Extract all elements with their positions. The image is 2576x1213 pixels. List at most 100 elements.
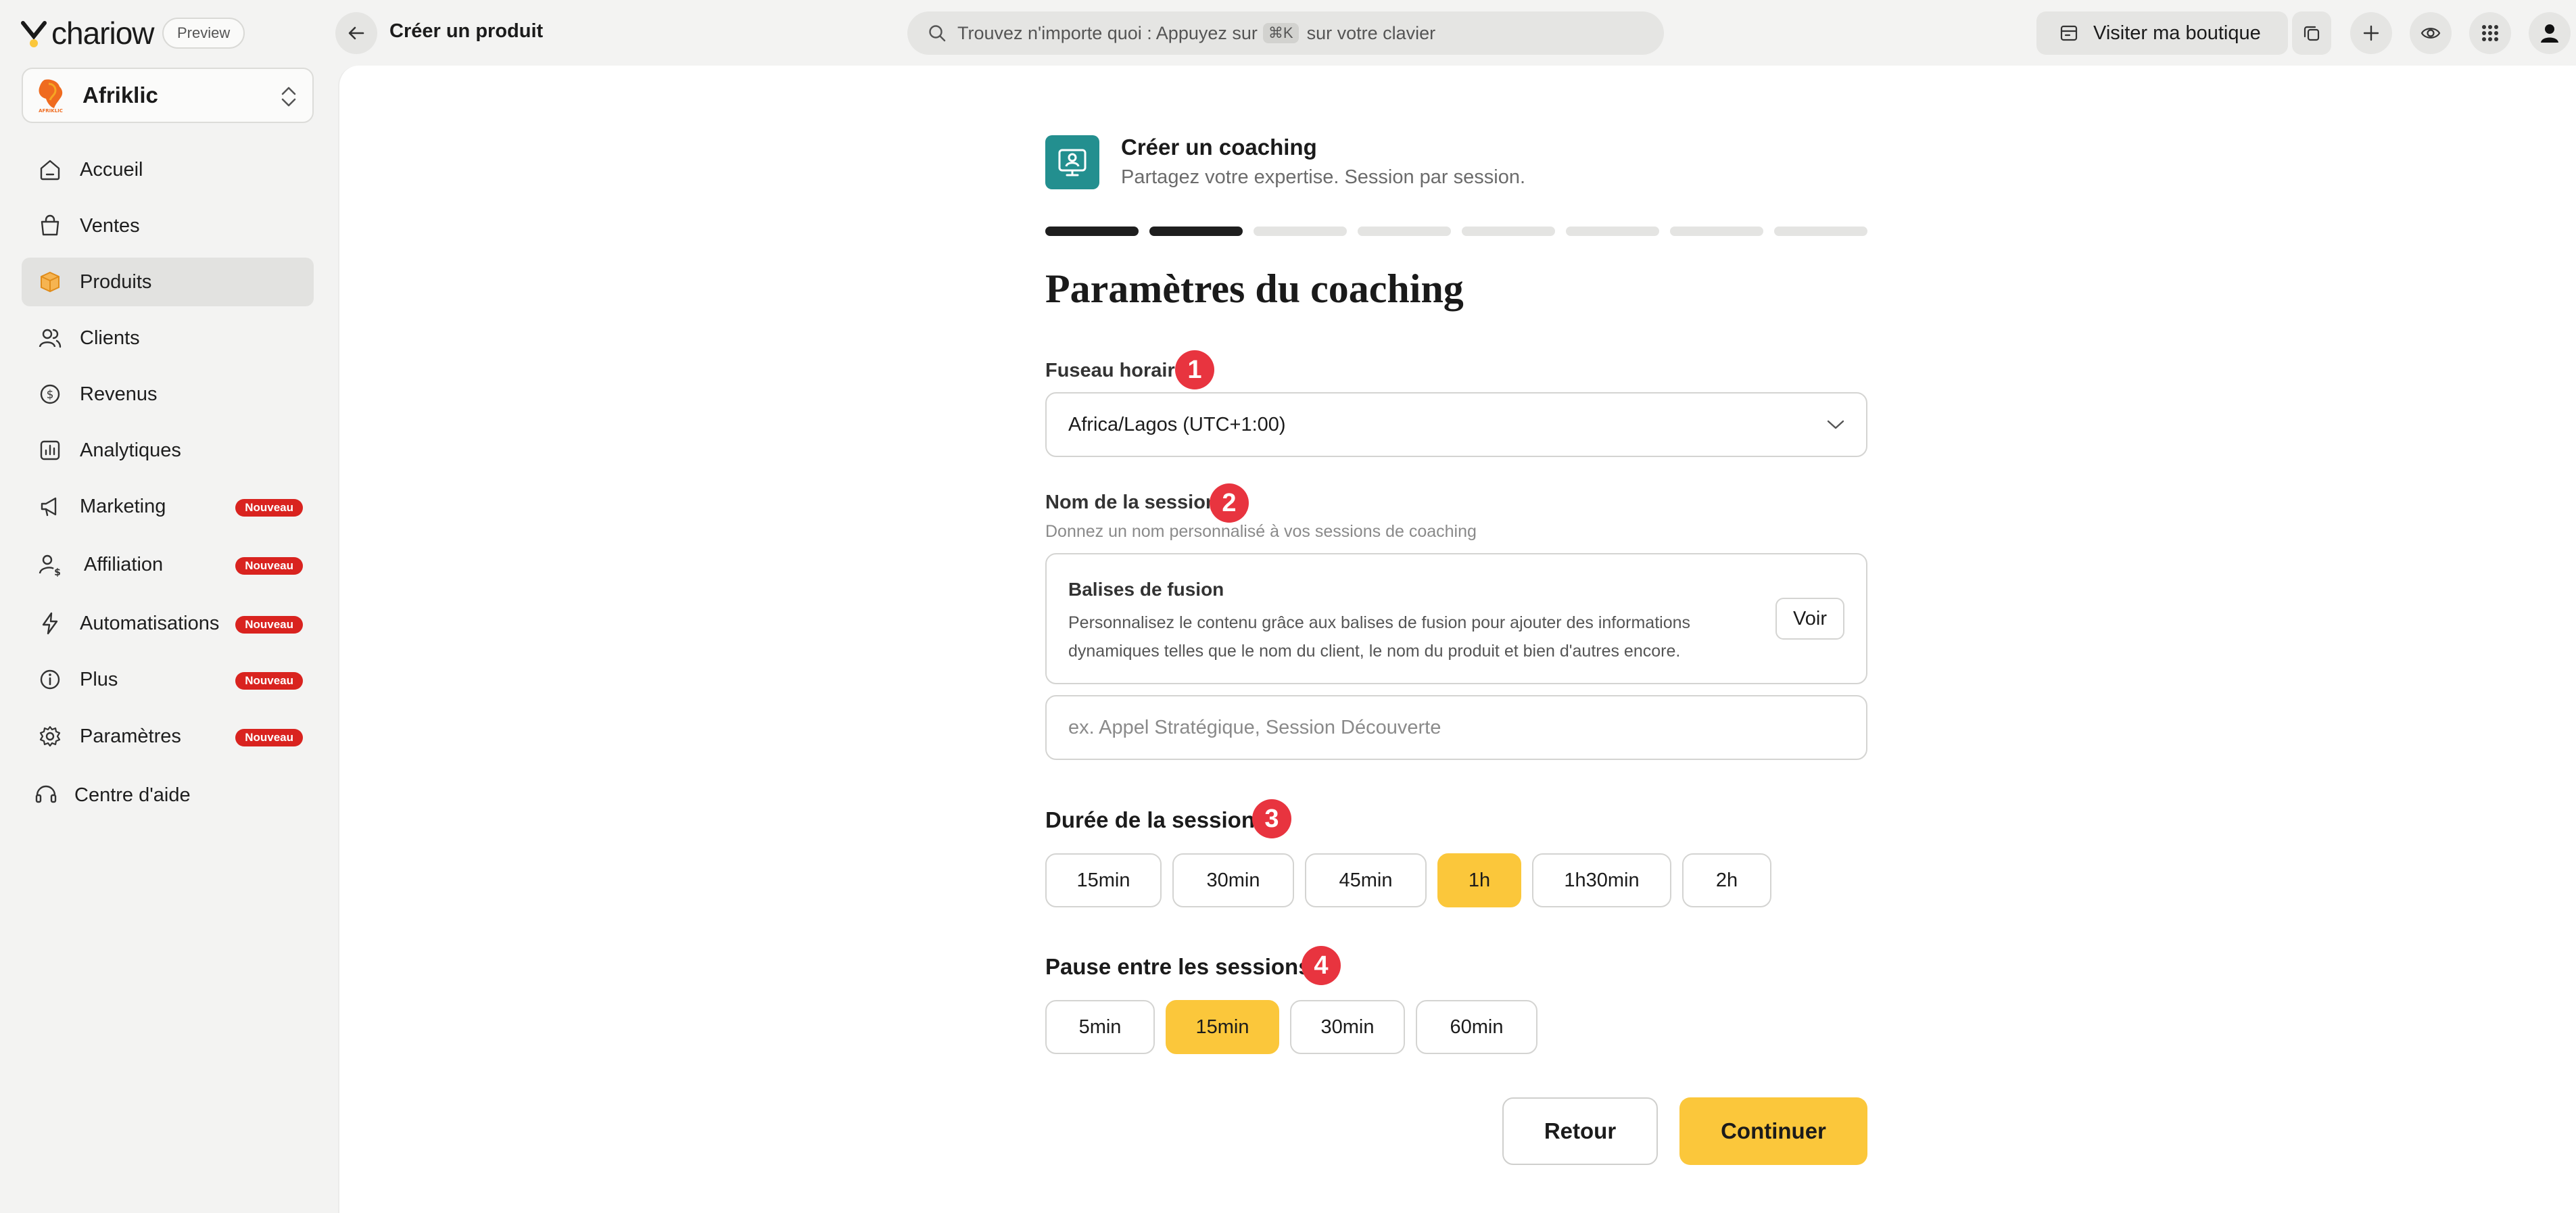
annotation-marker-4: 4 [1302,946,1341,985]
home-icon [37,156,64,183]
box-icon [37,268,64,295]
account-button[interactable] [2529,12,2571,54]
sidebar-item-affiliation[interactable]: $ Affiliation Nouveau [22,540,314,589]
search-icon [929,25,946,42]
visit-store-label: Visiter ma boutique [2093,22,2261,44]
dollar-circle-icon: $ [37,381,64,408]
gear-icon [37,723,64,750]
affiliate-icon: $ [37,551,64,578]
form-section-title: Paramètres du coaching [1045,266,1464,311]
break-option[interactable]: 60min [1416,1000,1537,1054]
sidebar-item-label: Plus [80,668,118,690]
info-icon [37,666,64,693]
duration-option[interactable]: 2h [1682,853,1771,907]
progress-step [1774,227,1867,236]
top-bar: chariow Preview Créer un produit Trouvez… [0,0,2576,66]
progress-step [1566,227,1659,236]
sidebar-item-label: Automatisations [80,612,220,634]
duration-label: Durée de la session [1045,807,1255,832]
progress-step [1358,227,1451,236]
chevron-down-icon [1827,420,1844,429]
sidebar-item-label: Accueil [80,158,143,181]
search-bar[interactable]: Trouvez n'importe quoi : Appuyez sur ⌘K … [907,11,1664,55]
progress-step [1670,227,1763,236]
continue-button[interactable]: Continuer [1679,1097,1867,1165]
duration-option[interactable]: 45min [1305,853,1427,907]
break-option[interactable]: 30min [1290,1000,1405,1054]
apps-button[interactable] [2469,12,2511,54]
chariow-logo[interactable]: chariow [20,16,155,51]
duration-option[interactable]: 15min [1045,853,1162,907]
search-suffix: sur votre clavier [1306,22,1436,43]
sidebar-item-automatisations[interactable]: Automatisations Nouveau [22,599,314,648]
visit-store-button[interactable]: Visiter ma boutique [2036,11,2288,55]
annotation-marker-2: 2 [1210,483,1249,523]
afriklic-logo: AFRIKLIC [39,79,63,114]
sidebar-item-clients[interactable]: Clients [22,314,314,362]
session-name-label: Nom de la session [1045,492,1218,513]
coaching-type-badge [1045,135,1099,189]
sidebar-item-produits[interactable]: Produits [22,258,314,306]
user-icon [2541,24,2558,43]
shortcut-key: ⌘K [1262,23,1299,43]
back-step-button[interactable]: Retour [1502,1097,1658,1165]
sidebar-item-analytiques[interactable]: Analytiques [22,426,314,475]
session-name-placeholder: ex. Appel Stratégique, Session Découvert… [1068,716,1441,738]
copy-link-button[interactable] [2292,11,2331,55]
merge-tags-title: Balises de fusion [1068,579,1224,600]
eye-icon [2420,28,2441,39]
back-button[interactable] [335,12,377,54]
search-prefix: Trouvez n'importe quoi : Appuyez sur [957,22,1258,43]
svg-text:$: $ [54,567,61,577]
duration-option[interactable]: 30min [1172,853,1294,907]
store-selector[interactable]: AFRIKLIC Afriklic [22,68,314,123]
session-name-helper: Donnez un nom personnalisé à vos session… [1045,522,1477,541]
page-title: Créer un produit [389,20,544,42]
sidebar-item-label: Revenus [80,383,158,405]
sidebar-item-plus[interactable]: Plus Nouveau [22,655,314,704]
store-icon [2060,25,2078,41]
sidebar-item-label: Produits [80,270,152,293]
timezone-select[interactable]: Africa/Lagos (UTC+1:00) [1045,392,1867,457]
progress-step [1254,227,1347,236]
shopping-bag-icon [37,212,64,239]
break-option[interactable]: 5min [1045,1000,1155,1054]
break-options: 5min 15min 30min 60min [1045,1000,1537,1054]
duration-option[interactable]: 1h [1437,853,1521,907]
break-label: Pause entre les sessions [1045,954,1311,979]
arrow-left-icon [348,26,364,40]
sidebar-item-ventes[interactable]: Ventes [22,201,314,250]
sidebar-item-label: Analytiques [80,439,181,461]
duration-options: 15min 30min 45min 1h 1h30min 2h [1045,853,1771,907]
chevron-updown-icon [281,87,296,107]
sidebar-item-centre-aide[interactable]: Centre d'aide [22,771,314,819]
svg-text:$: $ [47,388,54,402]
sidebar-item-label: Ventes [80,214,140,237]
sidebar-item-label: Marketing [80,495,166,517]
duration-option[interactable]: 1h30min [1532,853,1671,907]
apps-grid-icon [2482,25,2498,41]
coaching-icon [1058,149,1087,176]
sidebar-item-parametres[interactable]: Paramètres Nouveau [22,712,314,761]
sidebar-item-accueil[interactable]: Accueil [22,145,314,194]
add-button[interactable] [2350,12,2392,54]
merge-tags-box: Balises de fusion Personnalisez le conte… [1045,553,1867,684]
sidebar-item-label: Clients [80,327,140,349]
sidebar-item-revenus[interactable]: $ Revenus [22,370,314,419]
session-name-input[interactable]: ex. Appel Stratégique, Session Découvert… [1045,695,1867,760]
store-name: Afriklic [82,82,158,108]
chariow-logo-icon [21,21,47,47]
break-option[interactable]: 15min [1166,1000,1279,1054]
preview-button[interactable] [2410,12,2452,54]
annotation-marker-3: 3 [1252,799,1291,838]
chart-icon [37,437,64,464]
new-badge: Nouveau [235,557,303,575]
progress-step [1045,227,1139,236]
plus-icon [2363,25,2379,41]
progress-step [1149,227,1243,236]
copy-icon [2304,26,2320,41]
sidebar-item-marketing[interactable]: Marketing Nouveau [22,482,314,531]
view-merge-tags-button[interactable]: Voir [1775,598,1844,640]
annotation-marker-1: 1 [1175,350,1214,389]
users-icon [37,325,64,352]
